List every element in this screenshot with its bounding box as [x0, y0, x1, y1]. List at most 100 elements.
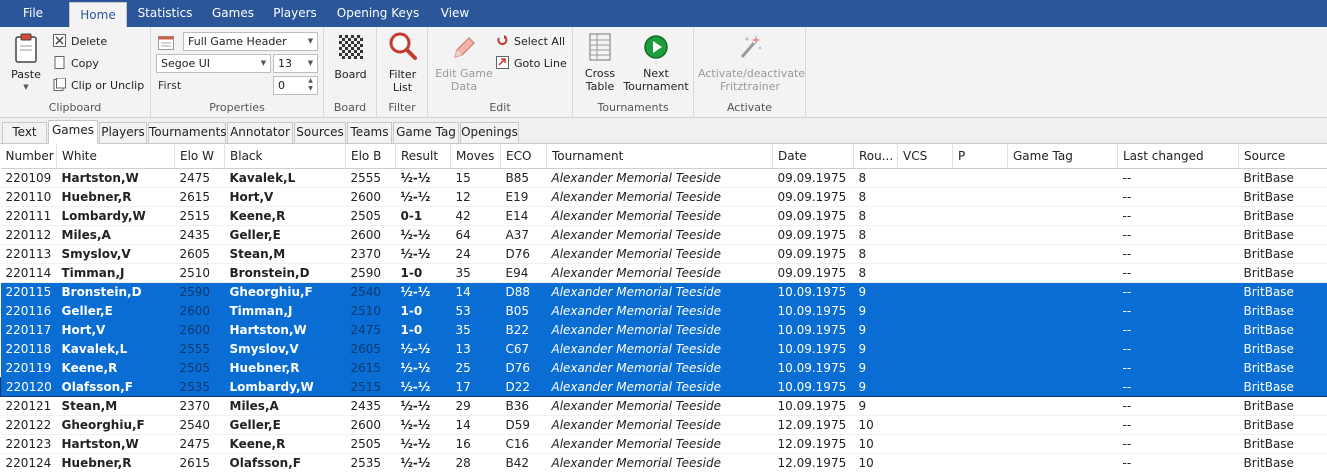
cell-round: 8	[853, 187, 898, 207]
column-header-tournament[interactable]: Tournament	[546, 144, 773, 169]
cell-round: 8	[853, 206, 898, 226]
cell-last-changed: --	[1117, 301, 1239, 321]
header-format-select[interactable]: Full Game Header ▼	[183, 32, 318, 51]
cell-black: Stean,M	[224, 244, 346, 264]
menu-file[interactable]: File	[0, 0, 66, 27]
table-row[interactable]: 220117 Hort,V 2600 Hartston,W 2475 1-0 35 B22 Al…	[0, 320, 1327, 340]
column-header-result[interactable]: Result	[395, 144, 451, 169]
cell-black: Bronstein,D	[224, 263, 346, 283]
delete-button[interactable]: Delete	[53, 33, 107, 51]
tab-openings[interactable]: Openings	[460, 122, 519, 143]
cell-vcs	[897, 434, 953, 454]
tab-game-tag[interactable]: Game Tag	[393, 122, 459, 143]
cell-tournament: Alexander Memorial Teeside	[546, 301, 773, 321]
cell-elo-w: 2615	[174, 187, 225, 207]
table-row[interactable]: 220121 Stean,M 2370 Miles,A 2435 ½-½ 29 B36 Alex…	[0, 396, 1327, 416]
first-stepper[interactable]: 0 ▲ ▼	[273, 76, 318, 95]
cell-black: Hartston,W	[224, 320, 346, 340]
clip-or-unclip-label: Clip or Unclip	[71, 79, 145, 92]
table-row[interactable]: 220124 Huebner,R 2615 Olafsson,F 2535 ½-½ 28 B4…	[0, 453, 1327, 472]
tab-players[interactable]: Players	[99, 122, 147, 143]
menu-view[interactable]: View	[432, 0, 478, 27]
column-header-elo-w[interactable]: Elo W	[174, 144, 225, 169]
chessboard-icon	[338, 35, 363, 59]
cell-vcs	[897, 320, 953, 340]
font-family-select[interactable]: Segoe UI ▼	[156, 54, 271, 73]
tab-sources[interactable]: Sources	[294, 122, 346, 143]
column-header-game-tag[interactable]: Game Tag	[1007, 144, 1118, 169]
table-row[interactable]: 220120 Olafsson,F 2535 Lombardy,W 2515 ½-½ 17 D…	[0, 376, 1327, 397]
table-row[interactable]: 220109 Hartston,W 2475 Kavalek,L 2555 ½-½ 15 B8…	[0, 168, 1327, 188]
table-row[interactable]: 220115 Bronstein,D 2590 Gheorghiu,F 2540 ½-½ 1…	[0, 282, 1327, 302]
tab-text[interactable]: Text	[2, 122, 47, 143]
column-header-elo-b[interactable]: Elo B	[345, 144, 396, 169]
next-tournament-button[interactable]: Next Tournament	[623, 33, 689, 95]
column-header-round[interactable]: Rou...	[853, 144, 898, 169]
cross-table-button[interactable]: Cross Table	[579, 33, 621, 95]
activate-fritztrainer-button[interactable]: Activate/deactivate Fritztrainer	[698, 33, 805, 95]
table-row[interactable]: 220118 Kavalek,L 2555 Smyslov,V 2605 ½-½ 13 C67…	[0, 339, 1327, 359]
cell-result: ½-½	[395, 225, 451, 245]
pencil-icon	[454, 37, 475, 58]
menu-statistics[interactable]: Statistics	[131, 0, 199, 27]
filter-list-button[interactable]: Filter List	[381, 31, 424, 95]
table-row[interactable]: 220119 Keene,R 2505 Huebner,R 2615 ½-½ 25 D76 Al…	[0, 358, 1327, 378]
paste-button[interactable]: Paste ▼	[6, 33, 46, 95]
cell-elo-w: 2555	[174, 339, 225, 359]
tab-tournaments[interactable]: Tournaments	[148, 122, 227, 143]
table-row[interactable]: 220110 Huebner,R 2615 Hort,V 2600 ½-½ 12 E19 Ale…	[0, 187, 1327, 207]
edit-game-data-button[interactable]: Edit Game Data	[434, 33, 494, 95]
table-row[interactable]: 220112 Miles,A 2435 Geller,E 2600 ½-½ 64 A37 Ale…	[0, 225, 1327, 245]
clip-or-unclip-button[interactable]: Clip or Unclip	[53, 77, 144, 95]
menu-players[interactable]: Players	[265, 0, 325, 27]
cell-eco: E94	[500, 263, 547, 283]
properties-group: Full Game Header ▼ Segoe UI ▼ 13 ▼ First…	[151, 27, 324, 118]
cell-number: 220111	[0, 206, 57, 226]
table-row[interactable]: 220116 Geller,E 2600 Timman,J 2510 1-0 53 B05 Al…	[0, 301, 1327, 321]
tab-games[interactable]: Games	[48, 120, 98, 144]
column-header-black[interactable]: Black	[224, 144, 346, 169]
tab-annotator[interactable]: Annotator	[227, 122, 293, 143]
cell-elo-b: 2600	[345, 415, 396, 435]
column-header-vcs[interactable]: VCS	[897, 144, 953, 169]
column-header-number[interactable]: Number	[0, 144, 57, 169]
cell-p	[952, 301, 1008, 321]
table-row[interactable]: 220111 Lombardy,W 2515 Keene,R 2505 0-1 42 E14 A…	[0, 206, 1327, 226]
menu-opening-keys[interactable]: Opening Keys	[333, 0, 423, 27]
cell-round: 9	[853, 396, 898, 416]
column-header-p[interactable]: P	[952, 144, 1008, 169]
table-row[interactable]: 220123 Hartston,W 2475 Keene,R 2505 ½-½ 16 C16 A…	[0, 434, 1327, 454]
goto-line-button[interactable]: Goto Line	[496, 55, 567, 73]
tab-teams[interactable]: Teams	[347, 122, 392, 143]
board-button[interactable]: Board	[329, 33, 372, 83]
table-row[interactable]: 220113 Smyslov,V 2605 Stean,M 2370 ½-½ 24 D76 Al…	[0, 244, 1327, 264]
copy-button[interactable]: Copy	[53, 55, 99, 73]
column-header-moves[interactable]: Moves	[450, 144, 501, 169]
table-header-row: Number White Elo W Black Elo B Result Moves ECO…	[0, 144, 1327, 169]
cell-moves: 24	[450, 244, 501, 264]
font-size-select[interactable]: 13 ▼	[273, 54, 318, 73]
board-group-label: Board	[333, 101, 367, 114]
cell-white: Keene,R	[56, 358, 175, 378]
cell-result: ½-½	[395, 376, 451, 397]
column-header-white[interactable]: White	[56, 144, 175, 169]
table-row[interactable]: 220122 Gheorghiu,F 2540 Geller,E 2600 ½-½ 14 D5…	[0, 415, 1327, 435]
first-value: 0	[278, 79, 285, 92]
table-row[interactable]: 220114 Timman,J 2510 Bronstein,D 2590 1-0 35 E9…	[0, 263, 1327, 283]
cell-last-changed: --	[1117, 263, 1239, 283]
menu-games[interactable]: Games	[204, 0, 262, 27]
column-header-date[interactable]: Date	[772, 144, 854, 169]
stepper-arrows-icon[interactable]: ▲ ▼	[304, 77, 317, 94]
select-all-button[interactable]: Select All	[496, 33, 565, 51]
menu-home[interactable]: Home	[69, 2, 127, 27]
column-header-source[interactable]: Source	[1238, 144, 1327, 169]
cell-game-tag	[1007, 415, 1118, 435]
cell-number: 220119	[0, 358, 57, 378]
clip-icon	[53, 78, 66, 91]
first-label: First	[158, 79, 182, 92]
column-header-eco[interactable]: ECO	[500, 144, 547, 169]
cell-date: 10.09.1975	[772, 376, 854, 397]
column-header-last-changed[interactable]: Last changed	[1117, 144, 1239, 169]
cell-tournament: Alexander Memorial Teeside	[546, 263, 773, 283]
paste-dropdown-arrow-icon[interactable]: ▼	[6, 81, 46, 94]
